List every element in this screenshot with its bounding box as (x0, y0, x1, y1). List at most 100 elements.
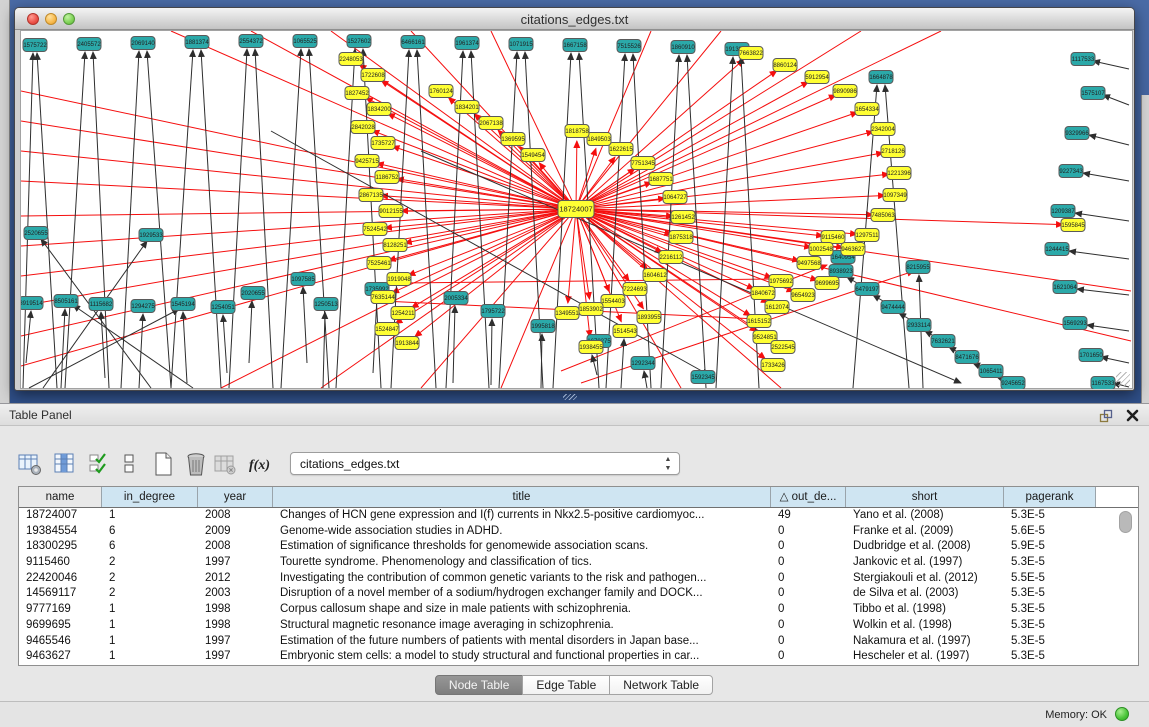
table-cell[interactable]: Investigating the contribution of common… (273, 571, 771, 587)
table-cell[interactable]: 1997 (198, 634, 273, 650)
table-mode-icon[interactable] (17, 451, 43, 477)
table-cell[interactable]: 1998 (198, 618, 273, 634)
table-cell[interactable]: 0 (771, 618, 846, 634)
column-header[interactable]: pagerank (1004, 487, 1096, 507)
table-cell[interactable]: 0 (771, 555, 846, 571)
show-column-icon[interactable] (52, 451, 78, 477)
table-cell[interactable]: Tourette syndrome. Phenomenology and cla… (273, 555, 771, 571)
canvas-resize-grip[interactable] (1116, 372, 1130, 386)
column-header[interactable]: short (846, 487, 1004, 507)
table-row[interactable]: 1830029562008Estimation of significance … (19, 539, 1138, 555)
splitter-grip[interactable] (563, 394, 577, 400)
column-header[interactable]: name (19, 487, 102, 507)
memory-status-icon[interactable] (1115, 707, 1129, 721)
table-cell[interactable]: 5.3E-5 (1004, 649, 1096, 665)
table-row[interactable]: 2242004622012Investigating the contribut… (19, 571, 1138, 587)
table-cell[interactable]: 9465546 (19, 634, 102, 650)
table-cell[interactable]: 1 (102, 508, 198, 524)
table-cell[interactable]: 2 (102, 555, 198, 571)
table-cell[interactable]: 0 (771, 586, 846, 602)
table-cell[interactable]: 1997 (198, 555, 273, 571)
tab-network-table[interactable]: Network Table (609, 675, 713, 695)
close-panel-icon[interactable] (1125, 408, 1140, 423)
table-cell[interactable]: 5.3E-5 (1004, 586, 1096, 602)
tab-node-table[interactable]: Node Table (435, 675, 524, 695)
table-cell[interactable]: 5.3E-5 (1004, 634, 1096, 650)
row-height-icon[interactable] (121, 451, 137, 477)
table-cell[interactable]: 2012 (198, 571, 273, 587)
table-cell[interactable]: Estimation of significance thresholds fo… (273, 539, 771, 555)
table-cell[interactable]: 14569117 (19, 586, 102, 602)
table-cell[interactable]: 5.6E-5 (1004, 524, 1096, 540)
column-header[interactable]: in_degree (102, 487, 198, 507)
column-header[interactable]: title (273, 487, 771, 507)
table-cell[interactable]: 5.3E-5 (1004, 618, 1096, 634)
table-cell[interactable]: de Silva et al. (2003) (846, 586, 1004, 602)
table-source-select[interactable]: citations_edges.txt ▲▼ (290, 452, 680, 475)
table-cell[interactable]: 19384554 (19, 524, 102, 540)
table-cell[interactable]: 18724007 (19, 508, 102, 524)
table-cell[interactable]: 1 (102, 618, 198, 634)
table-cell[interactable]: 1998 (198, 602, 273, 618)
import-table-icon[interactable] (212, 451, 238, 477)
table-cell[interactable]: 5.5E-5 (1004, 571, 1096, 587)
table-scrollbar-thumb[interactable] (1119, 511, 1132, 533)
table-cell[interactable]: 49 (771, 508, 846, 524)
table-cell[interactable]: Estimation of the future numbers of pati… (273, 634, 771, 650)
table-row[interactable]: 977716911998Corpus callosum shape and si… (19, 602, 1138, 618)
table-cell[interactable]: 5.3E-5 (1004, 602, 1096, 618)
table-cell[interactable]: Dudbridge et al. (2008) (846, 539, 1004, 555)
select-attributes-icon[interactable] (88, 451, 110, 477)
table-cell[interactable]: Stergiakouli et al. (2012) (846, 571, 1004, 587)
table-cell[interactable]: Tibbo et al. (1998) (846, 602, 1004, 618)
table-row[interactable]: 1938455462009Genome-wide association stu… (19, 524, 1138, 540)
column-header[interactable]: △ out_de... (771, 487, 846, 507)
table-cell[interactable]: 6 (102, 524, 198, 540)
new-table-icon[interactable] (150, 451, 176, 477)
table-cell[interactable]: 5.9E-5 (1004, 539, 1096, 555)
table-cell[interactable]: 0 (771, 634, 846, 650)
table-cell[interactable]: Wolkin et al. (1998) (846, 618, 1004, 634)
table-cell[interactable]: 1997 (198, 649, 273, 665)
table-cell[interactable]: Structural magnetic resonance image aver… (273, 618, 771, 634)
float-panel-icon[interactable] (1098, 408, 1114, 424)
table-cell[interactable]: Yano et al. (2008) (846, 508, 1004, 524)
table-cell[interactable]: 1 (102, 602, 198, 618)
network-canvas[interactable]: 1575722240557220691401881374255437210655… (20, 30, 1133, 389)
table-cell[interactable]: Disruption of a novel member of a sodium… (273, 586, 771, 602)
table-row[interactable]: 1456911722003Disruption of a novel membe… (19, 586, 1138, 602)
table-cell[interactable]: 2003 (198, 586, 273, 602)
table-cell[interactable]: 2008 (198, 508, 273, 524)
table-cell[interactable]: 0 (771, 649, 846, 665)
table-cell[interactable]: Hescheler et al. (1997) (846, 649, 1004, 665)
table-cell[interactable]: Genome-wide association studies in ADHD. (273, 524, 771, 540)
table-cell[interactable]: 1 (102, 649, 198, 665)
delete-table-icon[interactable] (183, 451, 209, 477)
table-cell[interactable]: 5.3E-5 (1004, 555, 1096, 571)
table-cell[interactable]: Jankovic et al. (1997) (846, 555, 1004, 571)
table-cell[interactable]: 1 (102, 634, 198, 650)
table-cell[interactable]: 2009 (198, 524, 273, 540)
table-cell[interactable]: 0 (771, 571, 846, 587)
table-cell[interactable]: 2008 (198, 539, 273, 555)
table-cell[interactable]: 0 (771, 524, 846, 540)
table-cell[interactable]: 18300295 (19, 539, 102, 555)
table-row[interactable]: 946362711997Embryonic stem cells: a mode… (19, 649, 1138, 665)
tab-edge-table[interactable]: Edge Table (522, 675, 610, 695)
table-row[interactable]: 1872400712008Changes of HCN gene express… (19, 508, 1138, 524)
table-row[interactable]: 911546021997Tourette syndrome. Phenomeno… (19, 555, 1138, 571)
table-cell[interactable]: 22420046 (19, 571, 102, 587)
table-row[interactable]: 946554611997Estimation of the future num… (19, 634, 1138, 650)
table-cell[interactable]: Corpus callosum shape and size in male p… (273, 602, 771, 618)
column-header[interactable]: year (198, 487, 273, 507)
table-cell[interactable]: 6 (102, 539, 198, 555)
table-cell[interactable]: Embryonic stem cells: a model to study s… (273, 649, 771, 665)
table-cell[interactable]: 2 (102, 571, 198, 587)
table-cell[interactable]: 9777169 (19, 602, 102, 618)
table-cell[interactable]: Nakamura et al. (1997) (846, 634, 1004, 650)
table-cell[interactable]: 0 (771, 602, 846, 618)
table-cell[interactable]: 2 (102, 586, 198, 602)
table-cell[interactable]: 5.3E-5 (1004, 508, 1096, 524)
table-row[interactable]: 969969511998Structural magnetic resonanc… (19, 618, 1138, 634)
table-cell[interactable]: Changes of HCN gene expression and I(f) … (273, 508, 771, 524)
